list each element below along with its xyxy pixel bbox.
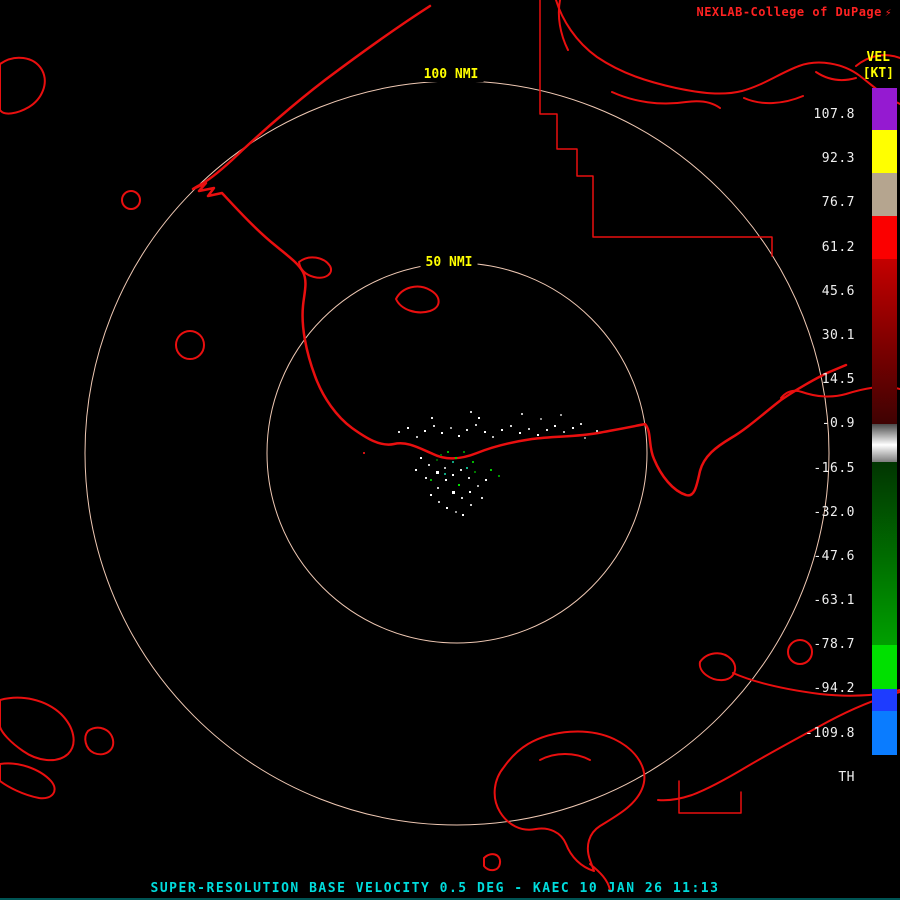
tick-label: -78.7: [813, 637, 855, 653]
range-ring-50nmi: [266, 262, 648, 644]
coastline-top-right-detail-1: [611, 91, 721, 109]
colorbar-segment: [872, 259, 897, 424]
island-circle-left: [175, 330, 205, 360]
radar-map-canvas: [0, 0, 900, 891]
tick-label: -16.5: [813, 460, 855, 476]
tick-label: 107.8: [813, 107, 855, 122]
tick-label: -0.9: [821, 416, 855, 432]
colorbar-segment: [872, 462, 897, 645]
colorbar-segment: [872, 88, 897, 130]
tick-label: 45.6: [821, 283, 855, 299]
brand-text: NEXLAB-College of DuPage: [696, 5, 882, 19]
tick-label: -94.2: [813, 681, 855, 697]
tick-label: -47.6: [813, 548, 855, 564]
tick-label: 76.7: [821, 195, 855, 211]
colorbar-segment: [872, 711, 897, 755]
range-ring-100nmi: [84, 80, 830, 826]
tick-label: 92.3: [821, 151, 855, 167]
colorbar-segment: [872, 173, 897, 216]
islet-bottom-left: [84, 726, 115, 756]
colorbar-segment: [872, 755, 897, 790]
tick-label: 61.2: [821, 239, 855, 255]
colorbar-segment: [872, 689, 897, 711]
lightning-icon: ⚡: [884, 6, 892, 19]
island-bottom-left-1: [0, 696, 75, 762]
coastline-main: [191, 4, 848, 497]
colorbar-segment: [872, 216, 897, 259]
colorbar-title: VEL: [866, 50, 890, 65]
coastline-bottom-right: [657, 691, 900, 802]
range-rings: [84, 80, 830, 826]
velocity-colorbar: [872, 88, 897, 790]
tick-label: -32.0: [813, 504, 855, 520]
colorbar-segment: [872, 424, 897, 462]
tick-label: 30.1: [821, 327, 855, 343]
brand-header: NEXLAB-College of DuPage ⚡: [696, 5, 892, 19]
tick-label: -109.8: [805, 725, 855, 741]
coastline-top-right-detail-2: [743, 95, 804, 104]
colorbar-tick-labels: 107.8 92.3 76.7 61.2 45.6 30.1 14.5 -0.9…: [793, 108, 855, 784]
range-ring-label-100nmi: 100 NMI: [418, 68, 484, 82]
threshold-label: TH: [838, 769, 855, 785]
radar-echoes: [363, 411, 598, 516]
colorbar-segment: [872, 130, 897, 173]
lake-bottom-detail-1: [539, 753, 591, 761]
lake-bottom-center: [493, 730, 646, 872]
colorbar-segment: [872, 645, 897, 689]
radar-display: 100 NMI 50 NMI NEXLAB-College of DuPage ⚡…: [0, 0, 900, 900]
colorbar-units: [KT]: [862, 66, 894, 81]
island-loop-bottom-right: [698, 652, 737, 682]
map-overlay: [0, 0, 900, 891]
coastline-top-right-detail-5: [815, 71, 857, 81]
tick-label: -63.1: [813, 593, 855, 609]
tick-label: 14.5: [821, 372, 855, 388]
island-circle-upper-left: [121, 190, 141, 210]
boundary-steps-top: [539, 0, 773, 257]
island-top-left: [0, 56, 46, 115]
islet-bottom-center: [483, 853, 502, 872]
island-bottom-left-2: [0, 762, 56, 800]
lake-near-50nmi: [395, 285, 440, 314]
product-status-text: SUPER-RESOLUTION BASE VELOCITY 0.5 DEG -…: [150, 881, 720, 896]
range-ring-label-50nmi: 50 NMI: [420, 256, 478, 270]
